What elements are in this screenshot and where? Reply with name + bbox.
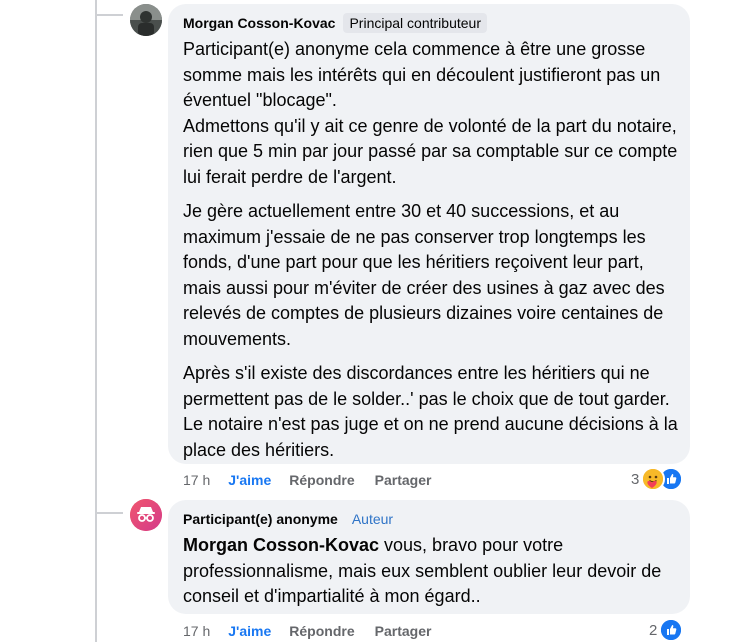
like-button[interactable]: J'aime bbox=[228, 623, 271, 639]
comment-paragraph: Admettons qu'il y ait ce genre de volont… bbox=[183, 115, 678, 187]
comment-text: Participant(e) anonyme cela commence à ê… bbox=[183, 37, 683, 463]
reaction-summary[interactable]: 2 bbox=[649, 618, 684, 642]
share-button[interactable]: Partager bbox=[375, 472, 432, 488]
anonymous-icon bbox=[130, 499, 162, 531]
reaction-count: 2 bbox=[649, 621, 658, 639]
like-icon bbox=[659, 618, 684, 642]
profile-photo-icon bbox=[130, 4, 162, 36]
comment-header: Participant(e) anonyme Auteur bbox=[183, 508, 399, 530]
care-icon bbox=[641, 467, 666, 491]
comment-paragraph: Participant(e) anonyme cela commence à ê… bbox=[183, 39, 661, 110]
comment-text: Morgan Cosson-Kovac vous, bravo pour vot… bbox=[183, 533, 683, 610]
comment-actions: 17 h J'aime Répondre Partager bbox=[183, 621, 451, 641]
thread-line-vertical bbox=[95, 0, 97, 642]
thread-line-branch bbox=[95, 512, 123, 514]
comment-header: Morgan Cosson-Kovac Principal contribute… bbox=[183, 12, 487, 34]
timestamp[interactable]: 17 h bbox=[183, 472, 210, 488]
share-button[interactable]: Partager bbox=[375, 623, 432, 639]
mention-link[interactable]: Morgan Cosson-Kovac bbox=[183, 535, 379, 555]
comment-paragraph: Morgan Cosson-Kovac vous, bravo pour vot… bbox=[183, 533, 683, 610]
author-name[interactable]: Participant(e) anonyme bbox=[183, 511, 338, 527]
comment-actions: 17 h J'aime Répondre Partager bbox=[183, 470, 451, 490]
comment-paragraph: Je gère actuellement entre 30 et 40 succ… bbox=[183, 201, 665, 349]
avatar[interactable] bbox=[130, 4, 162, 36]
comment-paragraph: Après s'il existe des discordances entre… bbox=[183, 363, 678, 460]
reply-button[interactable]: Répondre bbox=[289, 472, 354, 488]
reaction-count: 3 bbox=[631, 470, 640, 488]
author-name[interactable]: Morgan Cosson-Kovac bbox=[183, 15, 335, 31]
thread-line-branch bbox=[95, 14, 123, 16]
reply-button[interactable]: Répondre bbox=[289, 623, 354, 639]
timestamp[interactable]: 17 h bbox=[183, 623, 210, 639]
avatar[interactable] bbox=[130, 499, 162, 531]
author-badge: Auteur bbox=[351, 511, 394, 527]
reaction-summary[interactable]: 3 bbox=[631, 467, 684, 491]
contributor-badge: Principal contributeur bbox=[343, 13, 487, 33]
like-button[interactable]: J'aime bbox=[228, 472, 271, 488]
